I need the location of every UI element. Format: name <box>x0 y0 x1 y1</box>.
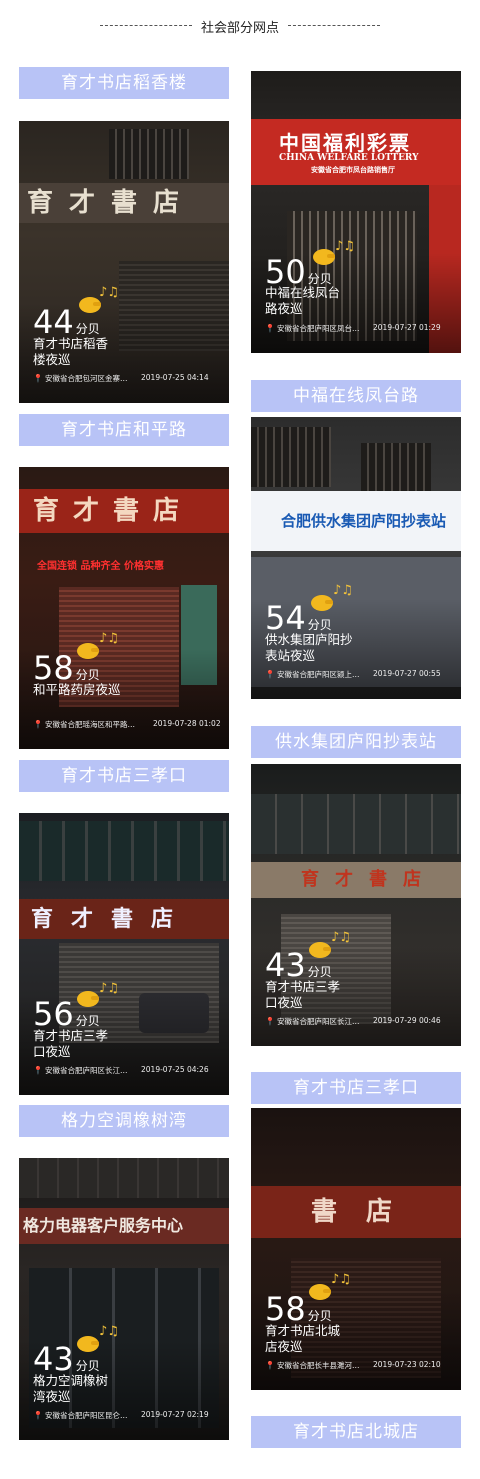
location-line: 📍 安徽省合肥包河区金寨… <box>33 373 127 384</box>
decibel-unit: 分贝 <box>307 965 332 979</box>
decibel-unit: 分贝 <box>75 668 100 682</box>
decibel-unit: 分贝 <box>307 1309 332 1323</box>
music-notes-icon: ♪♫ <box>99 285 119 300</box>
card-title: 育才书店北城店夜巡 <box>265 1323 341 1354</box>
store-sign: 育才書店 <box>19 489 229 533</box>
decibel-unit: 分贝 <box>307 272 332 286</box>
window <box>109 129 189 179</box>
music-notes-icon: ♪♫ <box>335 239 355 254</box>
location-pin-icon: 📍 <box>33 720 43 729</box>
location-label-yucai-heping: 育才书店和平路 <box>19 414 229 446</box>
location-text: 安徽省合肥瑶海区和平路… <box>44 720 135 729</box>
location-line: 📍 安徽省合肥庐阳区长江… <box>265 1016 359 1027</box>
section-title: 社会部分网点 <box>200 21 279 36</box>
window <box>19 821 229 881</box>
noise-photo-card[interactable]: 育才書店 ♪♫ 43 分贝 育才书店三孝口夜巡 📍 安徽省合肥庐阳区长江… 2019… <box>251 764 461 1046</box>
timestamp: 2019-07-28 01:02 <box>153 719 221 728</box>
location-label-yucai-sanxiaokou-2: 育才书店三孝口 <box>251 1072 461 1104</box>
noise-photo-card[interactable]: 書 店 ♪♫ 58 分贝 育才书店北城店夜巡 📍 安徽省合肥长丰县濉河… 2019-… <box>251 1108 461 1390</box>
store-sign: 育才書店 <box>19 899 229 939</box>
timestamp: 2019-07-27 00:55 <box>373 669 441 678</box>
location-pin-icon: 📍 <box>265 1017 275 1026</box>
music-notes-icon: ♪♫ <box>99 631 119 646</box>
music-notes-icon: ♪♫ <box>333 583 353 598</box>
location-label-zhongfu-fengtai: 中福在线凤台路 <box>251 380 461 412</box>
music-notes-icon: ♪♫ <box>331 1272 351 1287</box>
store-sign: 書 店 <box>251 1186 461 1238</box>
card-title: 格力空调橡树湾夜巡 <box>33 1373 109 1404</box>
store-sign: 格力电器客户服务中心 <box>19 1208 229 1244</box>
noise-photo-card[interactable]: 育才書店 ♪♫ 44 分贝 育才书店稻香楼夜巡 📍 安徽省合肥包河区金寨… 2019… <box>19 121 229 403</box>
location-label-water-luyang: 供水集团庐阳抄表站 <box>251 726 461 758</box>
location-text: 安徽省合肥包河区金寨… <box>44 374 128 383</box>
location-pin-icon: 📍 <box>265 324 275 333</box>
store-sign-english: CHINA WELFARE LOTTERY <box>279 153 419 163</box>
location-line: 📍 安徽省合肥庐阳区昆仑… <box>33 1410 127 1421</box>
store-sign-address: 安徽省合肥市凤台路销售厅 <box>311 165 395 174</box>
noise-photo-card[interactable]: 中国福利彩票 CHINA WELFARE LOTTERY 安徽省合肥市凤台路销售… <box>251 71 461 353</box>
card-title: 和平路药房夜巡 <box>33 682 121 697</box>
location-line: 📍 安徽省合肥长丰县濉河… <box>265 1360 359 1371</box>
location-pin-icon: 📍 <box>265 670 275 679</box>
location-text: 安徽省合肥庐阳区长江… <box>44 1066 128 1075</box>
timestamp: 2019-07-25 04:26 <box>141 1065 209 1074</box>
card-title: 育才书店稻香楼夜巡 <box>33 336 109 367</box>
section-header: 社会部分网点 <box>0 14 480 38</box>
location-line: 📍 安徽省合肥瑶海区和平路… <box>33 719 135 730</box>
music-notes-icon: ♪♫ <box>331 930 351 945</box>
location-line: 📍 安徽省合肥庐阳区凤台… <box>265 323 359 334</box>
location-text: 安徽省合肥长丰县濉河… <box>276 1361 360 1370</box>
card-title: 中福在线凤台路夜巡 <box>265 285 341 316</box>
window <box>251 794 461 854</box>
timestamp: 2019-07-23 02:10 <box>373 1360 441 1369</box>
noise-photo-card[interactable]: 育才書店 全国连锁 品种齐全 价格实惠 ♪♫ 58 分贝 和平路药房夜巡 📍 安徽省… <box>19 467 229 749</box>
decibel-unit: 分贝 <box>75 1359 100 1373</box>
noise-photo-card[interactable]: 格力电器客户服务中心 ♪♫ 43 分贝 格力空调橡树湾夜巡 📍 安徽省合肥庐阳区昆仑… <box>19 1158 229 1440</box>
music-notes-icon: ♪♫ <box>99 981 119 996</box>
timestamp: 2019-07-29 00:46 <box>373 1016 441 1025</box>
card-title: 育才书店三孝口夜巡 <box>265 979 341 1010</box>
window <box>251 427 331 487</box>
card-title: 育才书店三孝口夜巡 <box>33 1028 109 1059</box>
timestamp: 2019-07-27 02:19 <box>141 1410 209 1419</box>
location-pin-icon: 📍 <box>265 1361 275 1370</box>
location-line: 📍 安徽省合肥庐阳区颍上… <box>265 669 359 680</box>
location-text: 安徽省合肥庐阳区颍上… <box>276 670 360 679</box>
location-label-yucai-beicheng: 育才书店北城店 <box>251 1416 461 1448</box>
led-banner: 全国连锁 品种齐全 价格实惠 <box>37 561 164 572</box>
location-label-gree-xiangshuwan: 格力空调橡树湾 <box>19 1105 229 1137</box>
store-sign: 育才書店 <box>251 862 461 898</box>
card-title: 供水集团庐阳抄表站夜巡 <box>265 632 353 663</box>
location-text: 安徽省合肥庐阳区昆仑… <box>44 1411 128 1420</box>
location-label-yucai-daoxianglou: 育才书店稻香楼 <box>19 67 229 99</box>
music-notes-icon: ♪♫ <box>99 1324 119 1339</box>
location-label-yucai-sanxiaokou-1: 育才书店三孝口 <box>19 760 229 792</box>
store-sign: 中国福利彩票 <box>279 131 411 155</box>
store-sign: 合肥供水集团庐阳抄表站 <box>251 491 461 551</box>
timestamp: 2019-07-27 01:29 <box>373 323 441 332</box>
location-line: 📍 安徽省合肥庐阳区长江… <box>33 1065 127 1076</box>
decibel-unit: 分贝 <box>75 1014 100 1028</box>
location-text: 安徽省合肥庐阳区长江… <box>276 1017 360 1026</box>
noise-photo-card[interactable]: 合肥供水集团庐阳抄表站 ♪♫ 54 分贝 供水集团庐阳抄表站夜巡 📍 安徽省合肥庐阳… <box>251 417 461 699</box>
decibel-unit: 分贝 <box>75 322 100 336</box>
header-divider-right <box>288 25 380 26</box>
window <box>19 1158 229 1198</box>
location-pin-icon: 📍 <box>33 374 43 383</box>
location-pin-icon: 📍 <box>33 1411 43 1420</box>
timestamp: 2019-07-25 04:14 <box>141 373 209 382</box>
noise-photo-card[interactable]: 育才書店 ♪♫ 56 分贝 育才书店三孝口夜巡 📍 安徽省合肥庐阳区长江… 2019… <box>19 813 229 1095</box>
store-sign-panel: 中国福利彩票 CHINA WELFARE LOTTERY 安徽省合肥市凤台路销售… <box>251 119 461 185</box>
location-pin-icon: 📍 <box>33 1066 43 1075</box>
decibel-unit: 分贝 <box>307 618 332 632</box>
location-text: 安徽省合肥庐阳区凤台… <box>276 324 360 333</box>
store-sign: 育才書店 <box>19 183 229 223</box>
